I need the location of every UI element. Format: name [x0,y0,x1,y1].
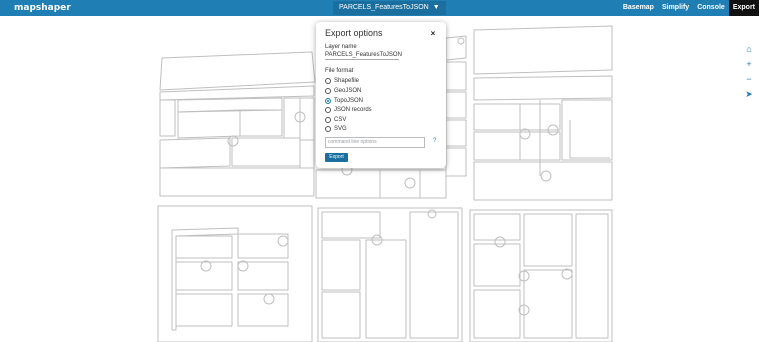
top-bar: mapshaper PARCELS_FeaturesToJSON ▼ Basema… [0,0,759,16]
radio-icon[interactable] [325,116,331,123]
top-menu: Basemap Simplify Console Export [619,0,759,16]
radio-icon[interactable] [325,77,331,84]
radio-icon[interactable] [325,106,331,113]
panel-title: Export options [325,28,383,38]
format-option-svg[interactable]: SVG [325,124,347,133]
menu-console[interactable]: Console [693,0,729,16]
format-option-topojson[interactable]: TopoJSON [325,96,363,105]
format-label: Shapefile [334,77,360,84]
radio-icon[interactable] [325,125,331,132]
home-icon[interactable]: ⌂ [743,42,755,56]
close-icon[interactable]: × [428,29,438,39]
format-label: GeoJSON [334,87,362,94]
file-format-label: File format [325,68,354,74]
layer-name-field[interactable]: PARCELS_FeaturesToJSON [325,52,402,60]
menu-export[interactable]: Export [728,0,759,16]
format-option-json-records[interactable]: JSON records [325,105,372,114]
app-logo: mapshaper [14,3,71,13]
zoom-out-icon[interactable]: − [743,72,755,86]
format-label: JSON records [334,106,372,113]
radio-checked-icon[interactable] [325,97,331,104]
help-icon[interactable]: ? [433,138,436,144]
format-label: CSV [334,116,347,123]
format-option-csv[interactable]: CSV [325,115,346,124]
zoom-in-icon[interactable]: + [743,57,755,71]
format-option-shapefile[interactable]: Shapefile [325,76,359,85]
command-line-options-input[interactable]: command line options [325,137,425,148]
pointer-icon[interactable]: ➤ [743,87,755,101]
layer-selector-label: PARCELS_FeaturesToJSON [339,4,429,11]
menu-simplify[interactable]: Simplify [658,0,693,16]
export-options-panel: Export options × Layer name PARCELS_Feat… [316,22,446,168]
format-option-geojson[interactable]: GeoJSON [325,86,361,95]
radio-icon[interactable] [325,87,331,94]
format-label: TopoJSON [334,97,364,104]
menu-basemap[interactable]: Basemap [619,0,658,16]
format-label: SVG [334,125,347,132]
layer-selector[interactable]: PARCELS_FeaturesToJSON ▼ [333,1,446,15]
layer-name-label: Layer name [325,44,357,50]
map-tools: ⌂ + − ➤ [743,42,755,102]
export-button[interactable]: Export [325,153,348,162]
caret-down-icon: ▼ [432,4,440,11]
